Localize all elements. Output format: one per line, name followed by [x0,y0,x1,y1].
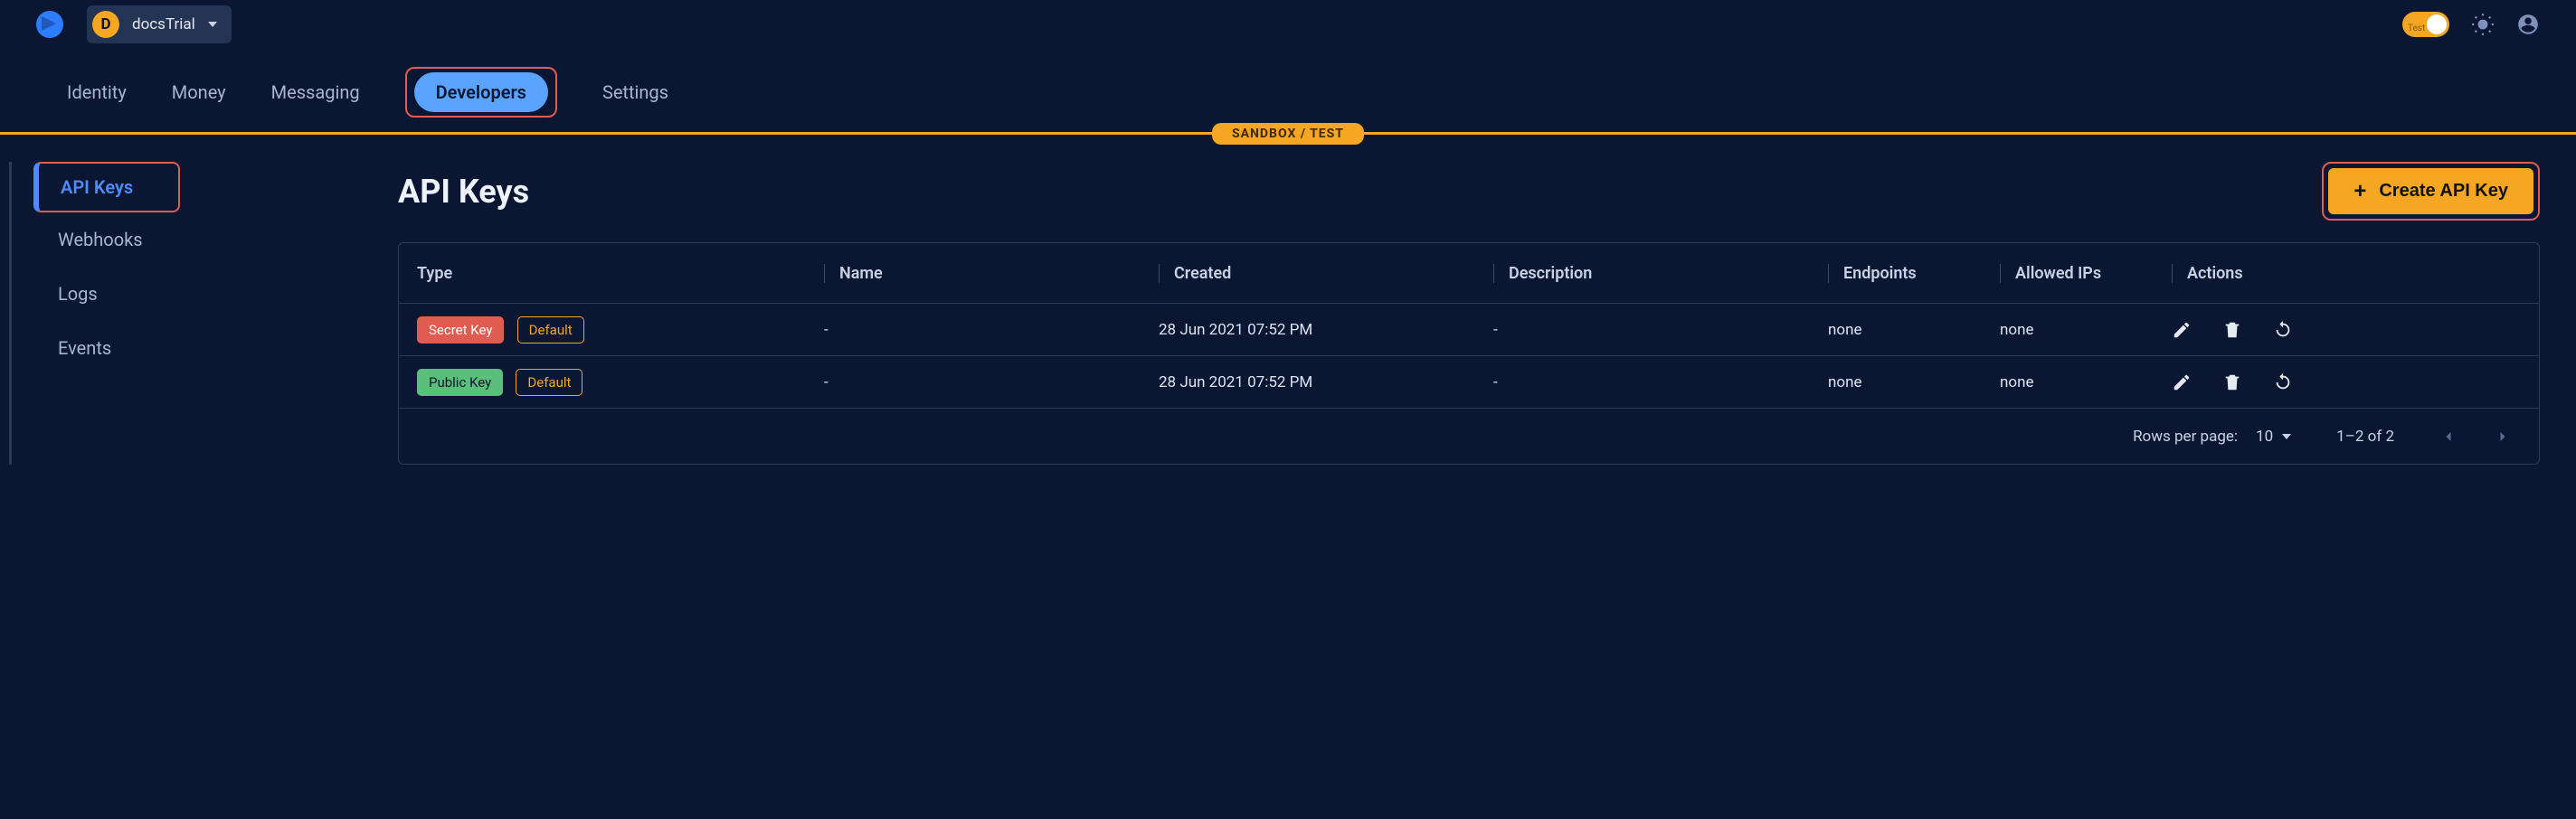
scope-badge: Default [516,369,582,396]
nav-money[interactable]: Money [172,81,226,103]
cell-actions [2172,372,2521,392]
cell-allowed-ips: none [2000,321,2172,339]
nav-messaging[interactable]: Messaging [271,81,360,103]
top-bar: D docsTrial Test [0,0,2576,49]
pagination-range: 1–2 of 2 [2336,428,2394,446]
chevron-down-icon [208,22,217,27]
prev-page-icon[interactable] [2439,428,2458,446]
edit-icon[interactable] [2172,372,2192,392]
nav-developers[interactable]: Developers [414,72,548,112]
nav-settings[interactable]: Settings [602,81,668,103]
page-title: API Keys [398,173,529,211]
theme-toggle-button[interactable] [2471,13,2495,36]
environment-divider: SANDBOX / TEST [0,132,2576,135]
account-menu-button[interactable] [2516,13,2540,36]
project-selector[interactable]: D docsTrial [87,5,232,43]
cell-actions [2172,320,2521,340]
cell-endpoints: none [1828,321,2000,339]
sidebar-item-logs[interactable]: Logs [9,267,398,321]
th-actions: Actions [2172,264,2521,283]
table-row: Public Key Default - 28 Jun 2021 07:52 P… [399,355,2539,408]
environment-badge: SANDBOX / TEST [1212,123,1364,145]
table-footer: Rows per page: 10 1–2 of 2 [399,408,2539,464]
primary-nav: Identity Money Messaging Developers Sett… [0,49,2576,127]
edit-icon[interactable] [2172,320,2192,340]
th-name: Name [824,264,1159,283]
cell-description: - [1493,373,1828,391]
cell-name: - [824,373,1159,391]
app-logo-icon [36,11,63,38]
scope-badge: Default [517,316,584,344]
create-api-key-button[interactable]: + Create API Key [2328,168,2533,214]
rows-per-page-label: Rows per page: [2133,428,2238,446]
th-created: Created [1159,264,1493,283]
cell-endpoints: none [1828,373,2000,391]
rotate-icon[interactable] [2273,320,2293,340]
rotate-icon[interactable] [2273,372,2293,392]
sidebar-item-api-keys[interactable]: API Keys [33,162,180,212]
main-content: API Keys + Create API Key Type Name Crea… [398,162,2576,465]
sidebar-item-webhooks[interactable]: Webhooks [9,212,398,267]
cell-description: - [1493,321,1828,339]
project-avatar: D [92,11,119,38]
rows-per-page-select[interactable]: 10 [2256,428,2291,446]
chevron-down-icon [2282,434,2291,439]
table-header: Type Name Created Description Endpoints … [399,243,2539,303]
account-circle-icon [2516,13,2540,36]
toggle-knob [2427,14,2447,34]
environment-toggle[interactable]: Test [2402,12,2449,37]
type-badge: Secret Key [417,316,504,344]
sidebar: API Keys Webhooks Logs Events [9,162,398,465]
rows-per-page-value: 10 [2256,428,2273,446]
next-page-icon[interactable] [2494,428,2512,446]
delete-icon[interactable] [2222,372,2242,392]
create-api-key-label: Create API Key [2379,181,2508,202]
cell-allowed-ips: none [2000,373,2172,391]
cell-created: 28 Jun 2021 07:52 PM [1159,373,1493,391]
sun-icon [2471,13,2495,36]
environment-toggle-label: Test [2408,24,2425,33]
api-keys-table: Type Name Created Description Endpoints … [398,242,2540,465]
nav-identity[interactable]: Identity [67,81,127,103]
nav-developers-highlight: Developers [405,67,557,118]
cell-name: - [824,321,1159,339]
table-row: Secret Key Default - 28 Jun 2021 07:52 P… [399,303,2539,355]
cell-created: 28 Jun 2021 07:52 PM [1159,321,1493,339]
sidebar-item-events[interactable]: Events [9,321,398,375]
th-allowed-ips: Allowed IPs [2000,264,2172,283]
create-api-key-highlight: + Create API Key [2322,162,2540,221]
type-badge: Public Key [417,369,503,396]
th-description: Description [1493,264,1828,283]
cell-type: Secret Key Default [417,316,824,344]
cell-type: Public Key Default [417,369,824,396]
th-endpoints: Endpoints [1828,264,2000,283]
delete-icon[interactable] [2222,320,2242,340]
th-type: Type [417,264,824,283]
project-name: docsTrial [132,15,195,33]
